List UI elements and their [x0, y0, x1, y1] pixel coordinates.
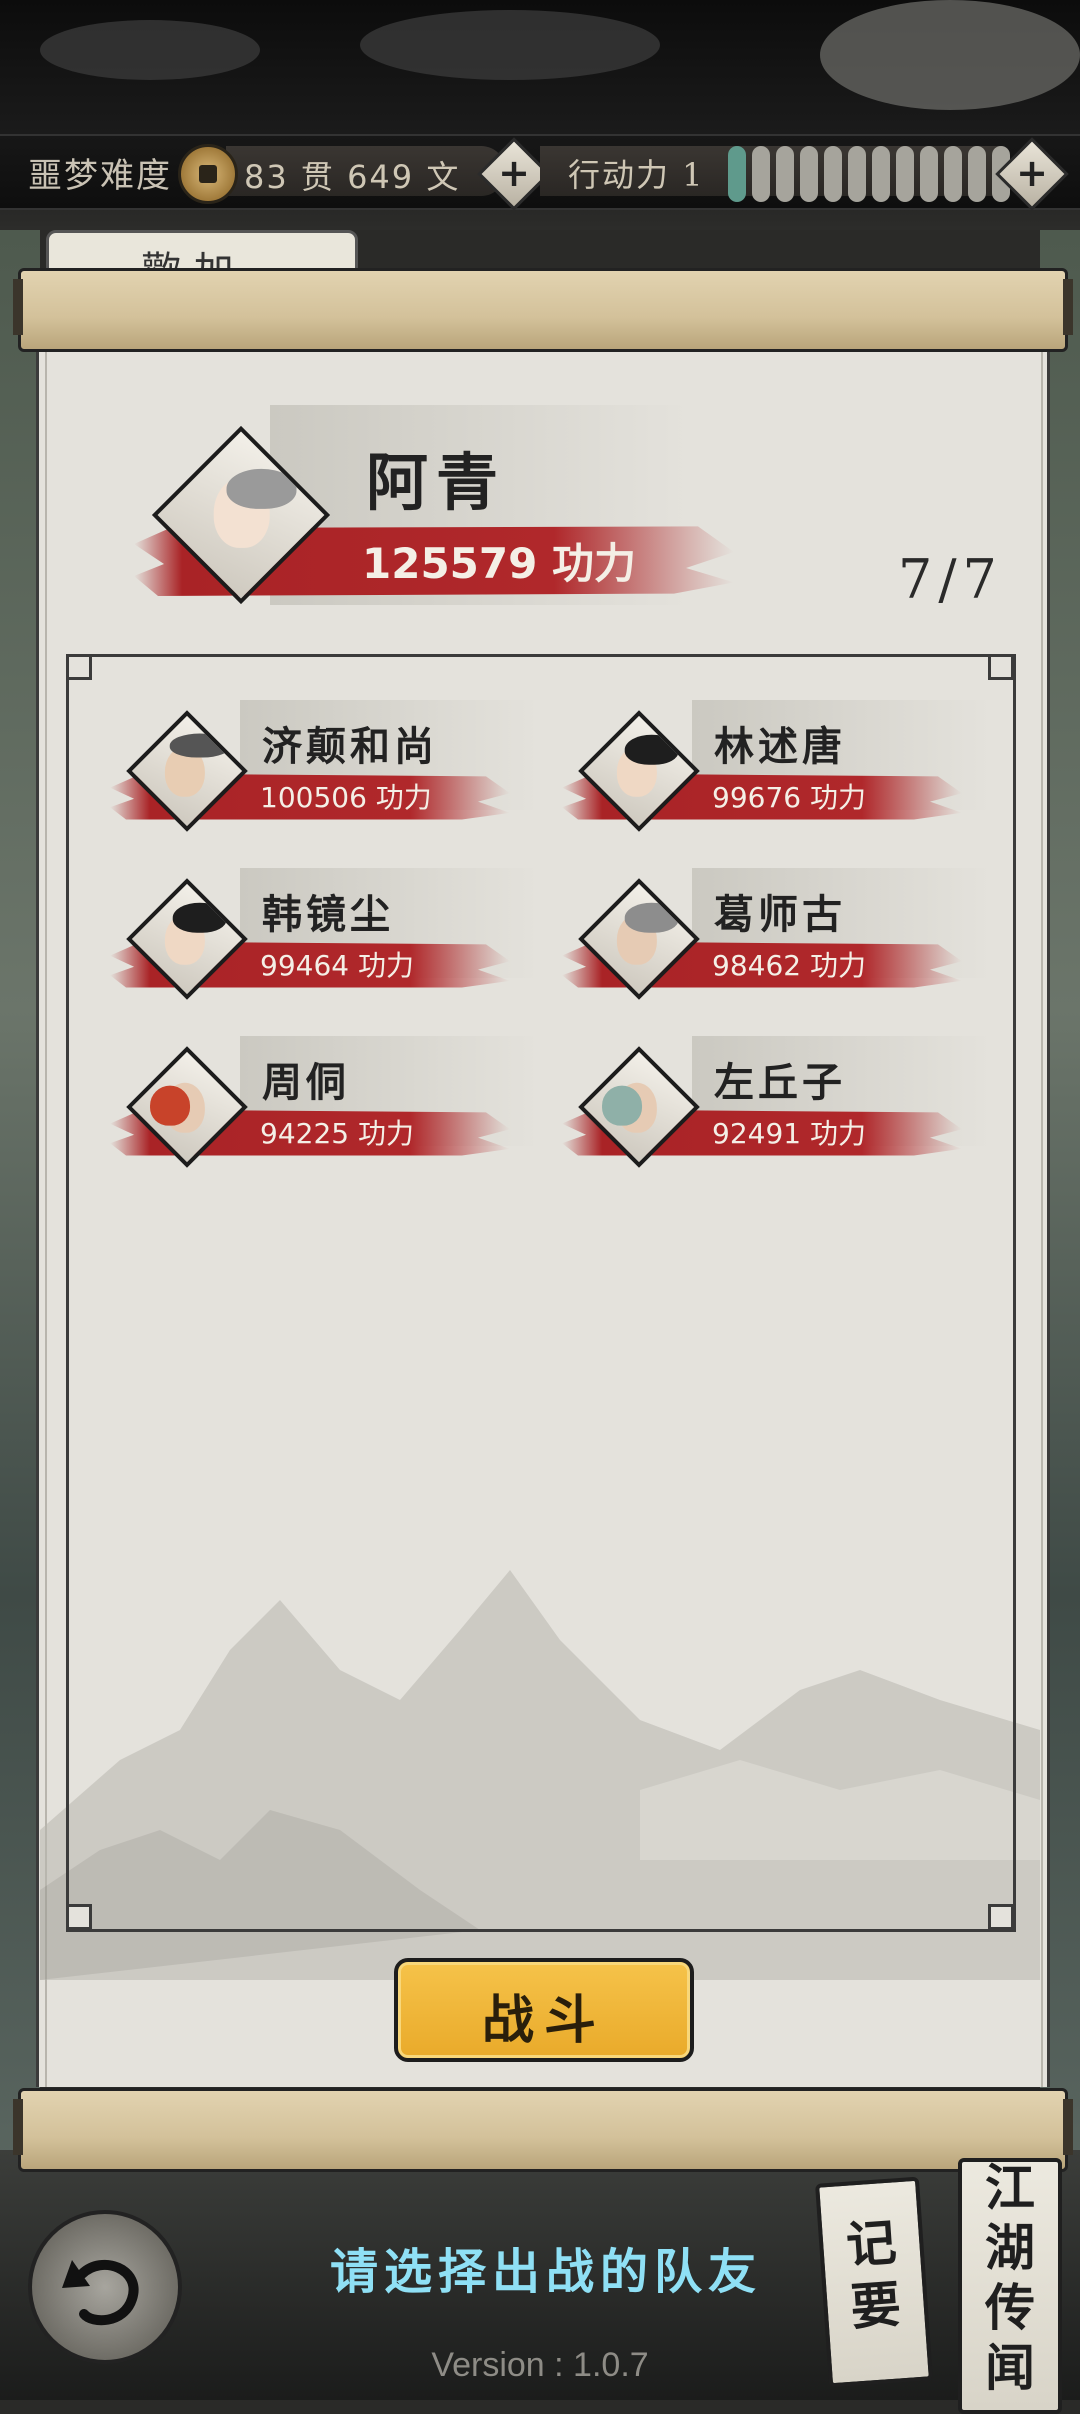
member-card[interactable]: 林述唐 99676 功力: [562, 690, 992, 840]
fight-button[interactable]: 战斗: [394, 1958, 694, 2062]
action-point-segment: [800, 146, 818, 202]
scroll-rod-bottom: [13, 2088, 1073, 2172]
member-card[interactable]: 韩镜尘 99464 功力: [110, 858, 540, 1008]
money-value: 83 贯 649 文: [244, 158, 461, 196]
action-point-segment: [776, 146, 794, 202]
member-name: 左丘子: [714, 1059, 846, 1106]
back-button[interactable]: [28, 2210, 182, 2364]
member-name: 韩镜尘: [262, 891, 394, 938]
member-name: 林述唐: [714, 723, 846, 770]
member-card[interactable]: 周侗 94225 功力: [110, 1026, 540, 1176]
action-point-segment: [752, 146, 770, 202]
leader-power: 125579 功力: [362, 539, 636, 588]
action-point-segment: [968, 146, 986, 202]
member-card[interactable]: 左丘子 92491 功力: [562, 1026, 992, 1176]
action-point-segment: [824, 146, 842, 202]
status-bar: 噩梦难度 83 贯 649 文 + 行动力 1 +: [0, 134, 1080, 211]
member-card[interactable]: 葛师古 98462 功力: [562, 858, 992, 1008]
action-point-segment: [728, 146, 746, 202]
member-name: 周侗: [262, 1059, 350, 1106]
team-frame: [66, 654, 1016, 1932]
difficulty-label: 噩梦难度: [28, 156, 172, 196]
member-name: 葛师古: [714, 891, 846, 938]
member-power: 94225 功力: [260, 1117, 414, 1150]
action-point-segment: [944, 146, 962, 202]
coin-icon: [178, 144, 238, 204]
plus-icon: +: [498, 151, 530, 195]
leader-name: 阿青: [366, 446, 507, 519]
action-points-label: 行动力 1: [568, 156, 705, 194]
scenery-left: [0, 230, 40, 2180]
action-point-segment: [872, 146, 890, 202]
scroll-rod-top: [13, 268, 1073, 352]
version-label: Version : 1.0.7: [431, 2346, 649, 2384]
action-point-segment: [896, 146, 914, 202]
select-teammates-prompt: 请选择出战的队友: [330, 2244, 763, 2300]
fight-button-label: 战斗: [481, 1990, 606, 2051]
return-arrow-icon: [62, 2260, 139, 2326]
member-power: 98462 功力: [712, 949, 866, 982]
action-point-segment: [920, 146, 938, 202]
plus-icon: +: [1016, 151, 1048, 195]
member-card[interactable]: 济颠和尚 100506 功力: [110, 690, 540, 840]
team-count: 7/7: [898, 548, 1003, 611]
member-power: 99676 功力: [712, 781, 866, 814]
member-power: 92491 功力: [712, 1117, 866, 1150]
member-name: 济颠和尚: [262, 723, 438, 770]
action-points-meter: [728, 146, 1010, 202]
action-point-segment: [848, 146, 866, 202]
member-power: 100506 功力: [260, 781, 432, 814]
member-power: 99464 功力: [260, 949, 414, 982]
